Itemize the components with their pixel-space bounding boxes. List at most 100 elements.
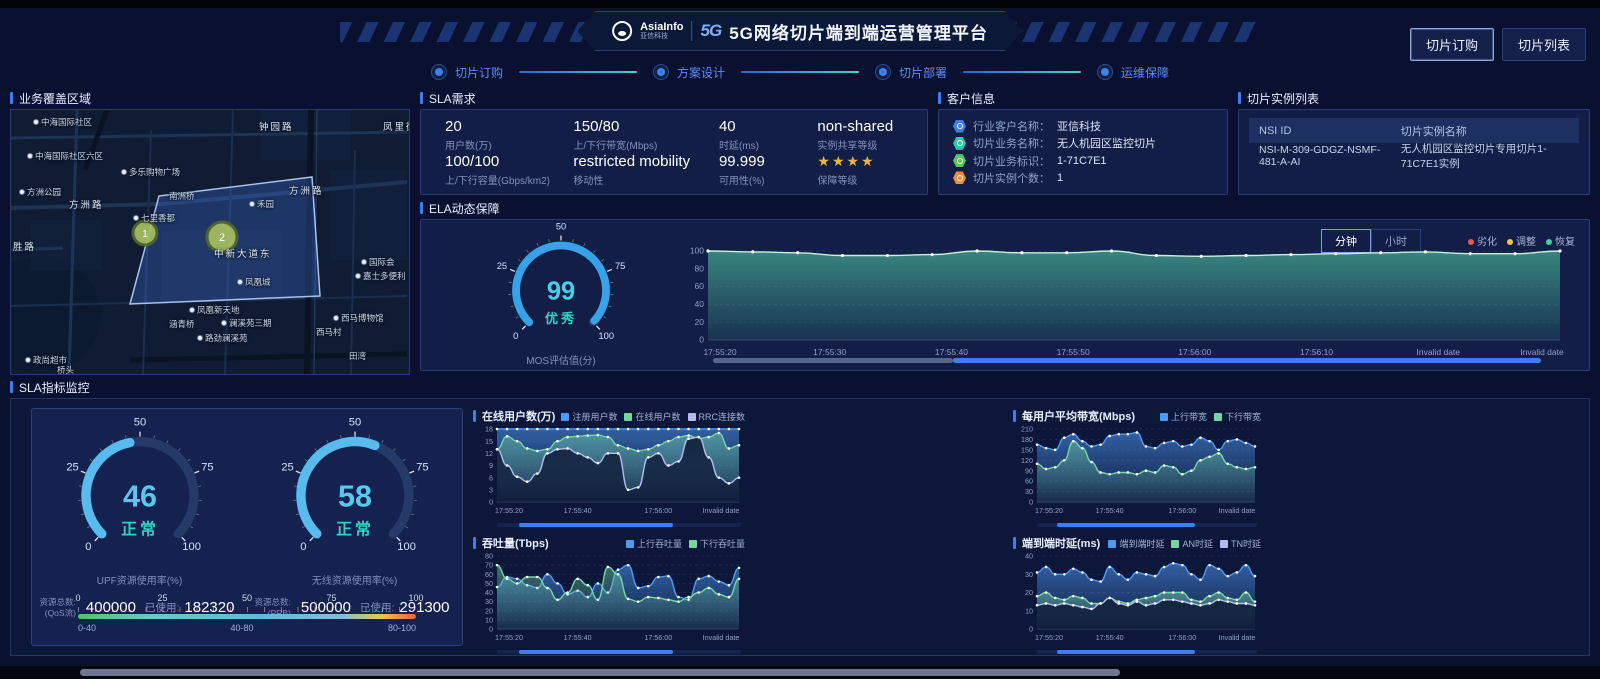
svg-text:50: 50 xyxy=(133,417,145,429)
header-decoration-left xyxy=(340,22,595,42)
map-label: 凤里街 xyxy=(383,119,410,133)
sla-item: ★★★★保障等级 xyxy=(817,153,903,188)
svg-text:25: 25 xyxy=(66,462,78,474)
svg-text:210: 210 xyxy=(1021,425,1033,434)
map-label: 中海国际社区 xyxy=(41,116,92,128)
chart-scrollbar-thumb[interactable] xyxy=(519,523,673,527)
svg-text:40: 40 xyxy=(1025,552,1033,561)
chart-scrollbar-thumb[interactable] xyxy=(1057,523,1196,527)
scale-gradient-bar xyxy=(78,614,416,619)
brand-divider xyxy=(692,21,693,41)
chart-scrollbar[interactable] xyxy=(1037,650,1257,654)
sla-item: 20用户数(万) xyxy=(445,118,573,153)
page-scrollbar-thumb[interactable] xyxy=(80,669,1120,676)
map-label: 西马村 xyxy=(316,326,342,338)
svg-text:3: 3 xyxy=(489,485,493,494)
svg-text:80: 80 xyxy=(485,552,493,561)
chart-column-left: 在线用户数(万)注册用户数在线用户数RRC连接数036912151817:55:… xyxy=(473,408,745,646)
svg-text:0: 0 xyxy=(1029,498,1033,507)
brand-name: AsiaInfo xyxy=(640,22,683,33)
legend-item[interactable]: 下行带宽 xyxy=(1214,410,1261,423)
svg-text:17:56:00: 17:56:00 xyxy=(644,506,672,515)
chart-title: 在线用户数(万) xyxy=(482,408,555,424)
chart-scrollbar[interactable] xyxy=(497,523,741,527)
asiainfo-logo-icon xyxy=(612,21,632,41)
coverage-map[interactable]: 1 2 中海国际社区钟园路中海国际社区六区多乐购物广场方洲公园方洲路方洲路南洲桥… xyxy=(10,109,410,375)
chart-scrollbar[interactable] xyxy=(497,650,741,654)
map-poi-icon xyxy=(361,259,367,265)
chart-scrollbar-thumb[interactable] xyxy=(519,650,673,654)
legend-item[interactable]: RRC连接数 xyxy=(688,410,746,423)
title-accent-bar xyxy=(420,92,423,104)
svg-text:17:56:00: 17:56:00 xyxy=(1168,633,1196,642)
svg-text:90: 90 xyxy=(1025,466,1033,475)
app-header: AsiaInfo 亚信科技 5G 5G网络切片端到端运营管理平台 切片订购切片列… xyxy=(0,8,1600,58)
gauge-sublabel: 无线资源使用率(%) xyxy=(265,572,445,587)
svg-text:58: 58 xyxy=(337,479,371,513)
stepper-step-2[interactable]: 方案设计 xyxy=(653,64,725,81)
svg-text:17:55:40: 17:55:40 xyxy=(935,347,968,357)
svg-text:17:56:10: 17:56:10 xyxy=(1300,347,1333,357)
page-horizontal-scrollbar[interactable] xyxy=(0,666,1600,679)
chart-scrollbar[interactable] xyxy=(1037,523,1257,527)
scale-tickmarks xyxy=(78,607,416,612)
stepper-step-4[interactable]: 运维保障 xyxy=(1097,64,1169,81)
legend-item[interactable]: 端到端时延 xyxy=(1108,537,1164,550)
legend-item[interactable]: 上行吞吐量 xyxy=(626,537,682,550)
map-poi-icon xyxy=(249,201,255,207)
map-label: 方洲路 xyxy=(289,183,324,197)
sla-requirements-section: SLA需求 20用户数(万)150/80上/下行带宽(Mbps)40时延(ms)… xyxy=(420,88,928,195)
gauge-sublabel: UPF资源使用率(%) xyxy=(50,572,230,587)
slice-icon xyxy=(953,137,966,150)
count-icon xyxy=(953,171,966,184)
upf-usage-gauge: 025507510046正常UPF资源使用率(%) xyxy=(50,411,230,587)
top-button-1[interactable]: 切片订购 xyxy=(1410,28,1494,61)
chart-legend: 上行带宽下行带宽 xyxy=(1160,410,1261,423)
map-poi-icon xyxy=(237,279,243,285)
sla-item: 100/100上/下行容量(Gbps/km2) xyxy=(445,153,573,188)
customer-item: 切片业务名称：无人机园区监控切片 xyxy=(953,135,1213,151)
instance-table-body: NSI-M-309-GDGZ-NSMF-481-A-AI无人机园区监控切片专用切… xyxy=(1249,143,1579,169)
stepper-step-1[interactable]: 切片订购 xyxy=(431,64,503,81)
title-accent-bar xyxy=(1013,537,1016,549)
svg-text:0: 0 xyxy=(513,331,518,341)
ela-chart-scrollbar[interactable] xyxy=(713,358,1541,363)
map-label: 西马博物馆 xyxy=(341,312,384,324)
step-label: 运维保障 xyxy=(1121,64,1169,81)
legend-item[interactable]: 上行带宽 xyxy=(1160,410,1207,423)
customer-info-list: 行业客户名称：亚信科技切片业务名称：无人机园区监控切片切片业务标识：1-71C7… xyxy=(938,109,1228,195)
chart-scrollbar-thumb[interactable] xyxy=(1057,650,1196,654)
legend-item[interactable]: 在线用户数 xyxy=(624,410,680,423)
map-label: 中海国际社区六区 xyxy=(35,150,103,162)
legend-item[interactable]: TN时延 xyxy=(1220,537,1261,550)
workflow-stepper: 切片订购 方案设计 切片部署 运维保障 xyxy=(0,58,1600,86)
svg-text:180: 180 xyxy=(1021,435,1033,444)
legend-item[interactable]: AN时延 xyxy=(1171,537,1213,550)
svg-text:12: 12 xyxy=(485,449,493,458)
chart-throughput: 吞吐量(Tbps)上行吞吐量下行吞吐量0102030405060708017:5… xyxy=(473,535,745,654)
top-button-2[interactable]: 切片列表 xyxy=(1502,28,1586,61)
svg-text:Invalid date: Invalid date xyxy=(1219,633,1256,642)
svg-text:20: 20 xyxy=(1025,588,1033,597)
map-label: 方洲路 xyxy=(69,197,104,211)
svg-text:50: 50 xyxy=(485,579,493,588)
svg-text:60: 60 xyxy=(485,570,493,579)
map-label: 凤凰新天地 xyxy=(197,304,240,316)
map-label: 钟园路 xyxy=(259,119,294,133)
instance-row[interactable]: NSI-M-309-GDGZ-NSMF-481-A-AI无人机园区监控切片专用切… xyxy=(1249,143,1579,169)
header-buttons: 切片订购切片列表 xyxy=(1410,28,1586,61)
legend-item[interactable]: 注册用户数 xyxy=(561,410,617,423)
legend-item[interactable]: 下行吞吐量 xyxy=(689,537,745,550)
map-label: 涵青桥 xyxy=(169,318,195,330)
chart-latency: 端到端时延(ms)端到端时延AN时延TN时延01020304017:55:201… xyxy=(1013,535,1261,654)
svg-text:9: 9 xyxy=(489,461,493,470)
svg-text:正常: 正常 xyxy=(336,519,374,538)
scrollbar-thumb[interactable] xyxy=(953,358,1541,363)
stepper-step-3[interactable]: 切片部署 xyxy=(875,64,947,81)
sla-item: 150/80上/下行带宽(Mbps) xyxy=(573,118,719,153)
chart-title: 每用户平均带宽(Mbps) xyxy=(1022,408,1135,424)
svg-text:Invalid date: Invalid date xyxy=(1520,347,1564,357)
svg-text:Invalid date: Invalid date xyxy=(703,633,740,642)
svg-text:60: 60 xyxy=(695,281,705,291)
svg-text:30: 30 xyxy=(1025,487,1033,496)
